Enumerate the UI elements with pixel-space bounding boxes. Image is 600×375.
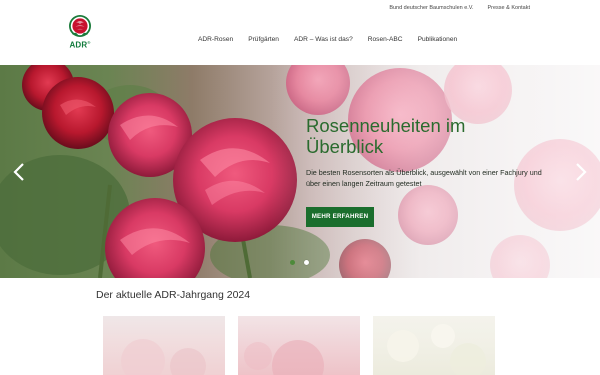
nav-item-was-ist-das[interactable]: ADR – Was ist das?	[294, 36, 353, 43]
slider-dot-1[interactable]	[290, 260, 295, 265]
rose-card-image	[244, 340, 324, 375]
rose-card-image	[387, 324, 486, 375]
hero-title: Rosenneuheiten im Überblick	[306, 115, 466, 157]
util-link-bdb[interactable]: Bund deutscher Baumschulen e.V.	[389, 5, 473, 11]
slider-dot-2[interactable]	[304, 260, 309, 265]
more-info-button[interactable]: MEHR ERFAHREN	[306, 207, 374, 227]
utility-nav: Bund deutscher Baumschulen e.V. Presse &…	[389, 5, 530, 11]
header: ADR® Bund deutscher Baumschulen e.V. Pre…	[0, 0, 600, 65]
logo-wordmark: ADR®	[69, 40, 91, 50]
rose-card[interactable]	[238, 316, 360, 375]
hero-slider[interactable]: Rosenneuheiten im Überblick Die besten R…	[0, 65, 600, 278]
rose-card[interactable]	[373, 316, 495, 375]
hero-subtitle: Die besten Rosensorten als Überblick, au…	[306, 168, 542, 188]
rose-cards	[103, 316, 495, 375]
rose-card-image	[121, 339, 206, 375]
slider-dots	[290, 260, 309, 265]
nav-item-adr-rosen[interactable]: ADR-Rosen	[198, 36, 233, 43]
chevron-left-icon[interactable]	[12, 163, 26, 181]
util-link-presse[interactable]: Presse & Kontakt	[488, 5, 531, 11]
main-nav: ADR-Rosen Prüfgärten ADR – Was ist das? …	[198, 36, 457, 43]
nav-item-pruefgaerten[interactable]: Prüfgärten	[248, 36, 279, 43]
nav-item-rosen-abc[interactable]: Rosen-ABC	[368, 36, 403, 43]
chevron-right-icon[interactable]	[574, 163, 588, 181]
section-heading: Der aktuelle ADR-Jahrgang 2024	[96, 289, 251, 301]
nav-item-publikationen[interactable]: Publikationen	[418, 36, 458, 43]
adr-logo[interactable]: ADR®	[64, 14, 96, 54]
rose-icon	[69, 15, 91, 37]
rose-card[interactable]	[103, 316, 225, 375]
